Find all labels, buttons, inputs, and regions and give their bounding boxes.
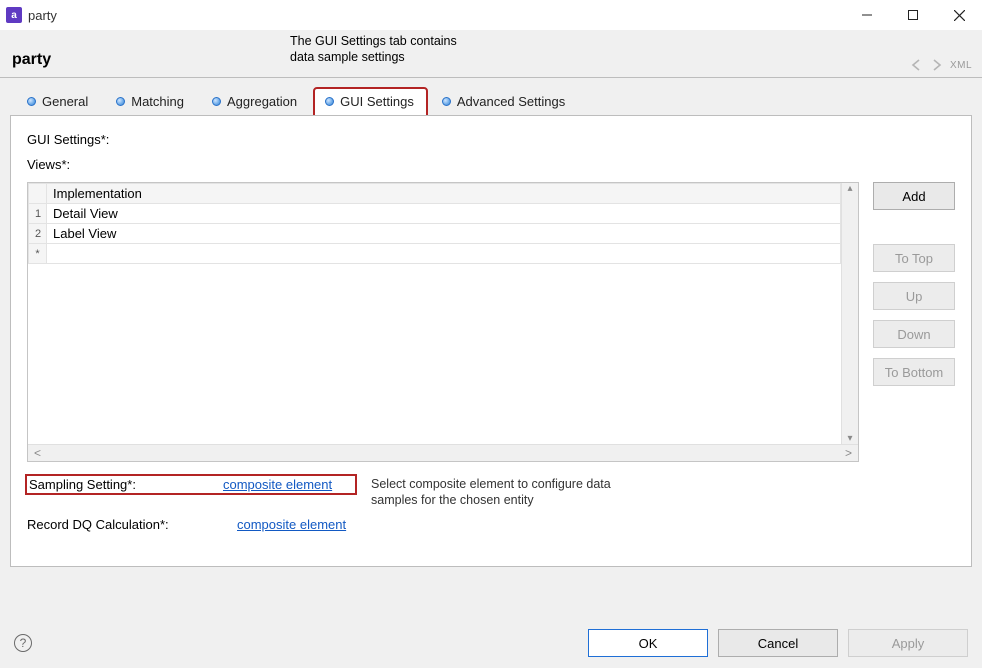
sampling-highlight: Sampling Setting*: composite element — [27, 476, 355, 493]
bullet-icon — [116, 97, 125, 106]
row-number: 2 — [29, 224, 47, 244]
column-header-implementation[interactable]: Implementation — [47, 184, 841, 204]
tab-label: Advanced Settings — [457, 94, 565, 109]
cell-implementation[interactable] — [47, 244, 841, 264]
add-button[interactable]: Add — [873, 182, 955, 210]
sampling-help: Select composite element to configure da… — [371, 476, 611, 509]
horizontal-scrollbar[interactable]: < > — [28, 444, 858, 461]
cell-implementation[interactable]: Detail View — [47, 204, 841, 224]
up-button[interactable]: Up — [873, 282, 955, 310]
scroll-left-icon[interactable]: < — [34, 446, 41, 460]
table-header-row: Implementation — [29, 184, 841, 204]
annotation-line: data sample settings — [290, 50, 457, 66]
tab-matching[interactable]: Matching — [105, 88, 197, 115]
bullet-icon — [27, 97, 36, 106]
cell-implementation[interactable]: Label View — [47, 224, 841, 244]
views-side-buttons: Add To Top Up Down To Bottom — [873, 182, 955, 386]
gui-settings-label: GUI Settings*: — [27, 132, 955, 147]
tab-advanced-settings[interactable]: Advanced Settings — [431, 88, 578, 115]
help-line: samples for the chosen entity — [371, 492, 611, 508]
close-button[interactable] — [936, 0, 982, 30]
views-area: Implementation 1 Detail View 2 Label Vie… — [27, 182, 955, 462]
bullet-icon — [212, 97, 221, 106]
spacer — [873, 220, 955, 234]
page-title: party — [12, 51, 51, 69]
annotation-text: The GUI Settings tab contains data sampl… — [290, 34, 457, 65]
ok-button[interactable]: OK — [588, 629, 708, 657]
sampling-link[interactable]: composite element — [223, 477, 353, 492]
tab-label: Matching — [131, 94, 184, 109]
table-row[interactable]: 2 Label View — [29, 224, 841, 244]
minimize-icon — [862, 10, 872, 20]
views-label: Views*: — [27, 157, 955, 172]
table-row-new[interactable]: * — [29, 244, 841, 264]
table-row[interactable]: 1 Detail View — [29, 204, 841, 224]
xml-view-button[interactable]: XML — [950, 60, 972, 71]
tab-gui-settings[interactable]: GUI Settings — [314, 88, 427, 115]
row-header-blank — [29, 184, 47, 204]
row-number: 1 — [29, 204, 47, 224]
row-number: * — [29, 244, 47, 264]
vertical-scrollbar[interactable]: ▴ ▾ — [841, 183, 858, 444]
close-icon — [954, 10, 965, 21]
help-icon[interactable]: ? — [14, 634, 32, 652]
header-nav-icons: XML — [910, 59, 972, 71]
sampling-setting-row: Sampling Setting*: composite element Sel… — [27, 474, 955, 515]
tab-general[interactable]: General — [16, 88, 101, 115]
forward-arrow-icon[interactable] — [930, 59, 944, 71]
scroll-up-icon[interactable]: ▴ — [847, 183, 852, 194]
recorddq-setting-row: Record DQ Calculation*: composite elemen… — [27, 515, 955, 538]
back-arrow-icon[interactable] — [910, 59, 924, 71]
setting-rows: Sampling Setting*: composite element Sel… — [27, 474, 955, 538]
cancel-button[interactable]: Cancel — [718, 629, 838, 657]
footer-buttons: OK Cancel Apply — [588, 629, 968, 657]
scroll-right-icon[interactable]: > — [845, 446, 852, 460]
minimize-button[interactable] — [844, 0, 890, 30]
window-title: party — [28, 8, 57, 23]
tab-label: Aggregation — [227, 94, 297, 109]
annotation-line: The GUI Settings tab contains — [290, 34, 457, 50]
bullet-icon — [442, 97, 451, 106]
bullet-icon — [325, 97, 334, 106]
help-line: Select composite element to configure da… — [371, 476, 611, 492]
footer: ? OK Cancel Apply — [0, 618, 982, 668]
tab-aggregation[interactable]: Aggregation — [201, 88, 310, 115]
maximize-icon — [908, 10, 918, 20]
maximize-button[interactable] — [890, 0, 936, 30]
recorddq-link[interactable]: composite element — [237, 517, 367, 532]
down-button[interactable]: Down — [873, 320, 955, 348]
tab-label: GUI Settings — [340, 94, 414, 109]
tabs-row: General Matching Aggregation GUI Setting… — [0, 78, 982, 115]
gui-settings-panel: GUI Settings*: Views*: Implementation 1 … — [10, 115, 972, 567]
to-bottom-button[interactable]: To Bottom — [873, 358, 955, 386]
scroll-down-icon[interactable]: ▾ — [847, 433, 852, 444]
apply-button[interactable]: Apply — [848, 629, 968, 657]
views-table[interactable]: Implementation 1 Detail View 2 Label Vie… — [27, 182, 859, 462]
tab-label: General — [42, 94, 88, 109]
sampling-label: Sampling Setting*: — [29, 477, 223, 492]
header-strip: party The GUI Settings tab contains data… — [0, 30, 982, 78]
recorddq-label: Record DQ Calculation*: — [27, 517, 221, 532]
to-top-button[interactable]: To Top — [873, 244, 955, 272]
app-icon: a — [6, 7, 22, 23]
titlebar: a party — [0, 0, 982, 30]
